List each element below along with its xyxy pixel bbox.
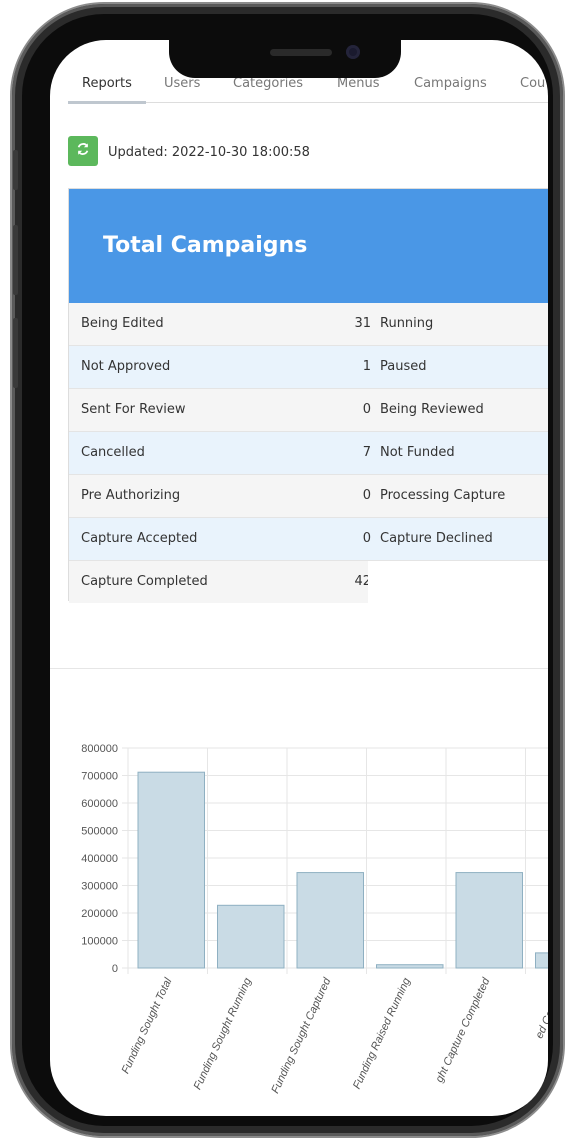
status-label: Not Approved xyxy=(81,359,171,374)
y-tick-label: 0 xyxy=(112,963,118,975)
x-tick-label: ed Capture C xyxy=(533,976,548,1040)
status-count: 1 xyxy=(362,359,371,374)
status-label: Pre Authorizing xyxy=(81,488,181,503)
y-tick-label: 200000 xyxy=(81,908,118,920)
x-tick-label: Funding Sought Captured xyxy=(269,975,333,1095)
status-label: Capture Completed xyxy=(81,574,208,589)
table-row: Capture Completed 42 xyxy=(69,561,548,603)
speaker-grille xyxy=(270,49,332,56)
x-tick-label: ght Capture Completed xyxy=(434,975,493,1084)
nav-tabs: Reports Users Categories Menus Campaigns… xyxy=(68,74,548,104)
empty-cell xyxy=(368,561,548,603)
refresh-button[interactable] xyxy=(68,136,98,166)
status-label-right: Being Reviewed xyxy=(380,402,484,417)
status-count: 0 xyxy=(362,531,371,546)
tab-categories[interactable]: Categories xyxy=(233,76,303,91)
bar xyxy=(535,952,548,969)
y-tick-label: 600000 xyxy=(81,798,118,810)
y-tick-label: 700000 xyxy=(81,771,118,783)
bar xyxy=(376,964,444,969)
bar xyxy=(296,872,364,969)
updated-timestamp: Updated: 2022-10-30 18:00:58 xyxy=(108,145,310,160)
notch xyxy=(169,40,401,78)
x-tick-label: Funding Raised Running xyxy=(351,975,413,1091)
y-tick-label: 400000 xyxy=(81,853,118,865)
y-tick-label: 100000 xyxy=(81,936,118,948)
tab-countries[interactable]: Cou xyxy=(520,76,545,91)
total-campaigns-panel: Total Campaigns Being Edited 31 Running … xyxy=(68,188,548,603)
funding-bar-chart: 800000 700000 600000 500000 400000 300000 2000… xyxy=(81,743,548,1095)
table-row: Capture Accepted 0 Capture Declined xyxy=(69,518,548,561)
status-label: Being Edited xyxy=(81,316,164,331)
bar xyxy=(455,872,523,969)
table-row: Sent For Review 0 Being Reviewed xyxy=(69,389,548,432)
table-row: Pre Authorizing 0 Processing Capture xyxy=(69,475,548,518)
status-label-right: Processing Capture xyxy=(380,488,506,503)
panel-heading: Total Campaigns xyxy=(69,189,548,303)
status-count: 31 xyxy=(354,316,371,331)
active-tab-indicator xyxy=(68,101,146,104)
status-label-right: Capture Declined xyxy=(380,531,493,546)
tab-users[interactable]: Users xyxy=(164,76,200,91)
status-label: Capture Accepted xyxy=(81,531,198,546)
table-row: Not Approved 1 Paused xyxy=(69,346,548,389)
volume-up-button xyxy=(13,225,18,295)
status-label-right: Paused xyxy=(380,359,427,374)
y-tick-label: 800000 xyxy=(81,743,118,755)
status-count: 7 xyxy=(362,445,371,460)
mute-switch xyxy=(13,150,18,190)
status-label: Cancelled xyxy=(81,445,145,460)
status-label-right: Not Funded xyxy=(380,445,455,460)
status-count: 0 xyxy=(362,402,371,417)
panel-title: Total Campaigns xyxy=(103,233,308,258)
front-camera xyxy=(346,45,360,59)
bar xyxy=(137,771,205,969)
table-row: Being Edited 31 Running xyxy=(69,303,548,346)
status-label: Sent For Review xyxy=(81,402,186,417)
status-count: 42 xyxy=(354,574,371,589)
status-label-right: Running xyxy=(380,316,434,331)
x-tick-label: Funding Sought Running xyxy=(192,975,255,1091)
refresh-icon xyxy=(76,142,90,161)
volume-down-button xyxy=(13,318,18,388)
section-divider xyxy=(50,668,548,669)
y-tick-label: 300000 xyxy=(81,881,118,893)
tab-menus[interactable]: Menus xyxy=(337,76,379,91)
table-row: Cancelled 7 Not Funded xyxy=(69,432,548,475)
tab-reports[interactable]: Reports xyxy=(82,76,132,91)
screen: Reports Users Categories Menus Campaigns… xyxy=(50,40,548,1116)
tab-campaigns[interactable]: Campaigns xyxy=(414,76,487,91)
x-tick-label: Funding Sought Total xyxy=(120,976,175,1076)
status-count: 0 xyxy=(362,488,371,503)
bar xyxy=(217,904,285,969)
y-tick-label: 500000 xyxy=(81,826,118,838)
